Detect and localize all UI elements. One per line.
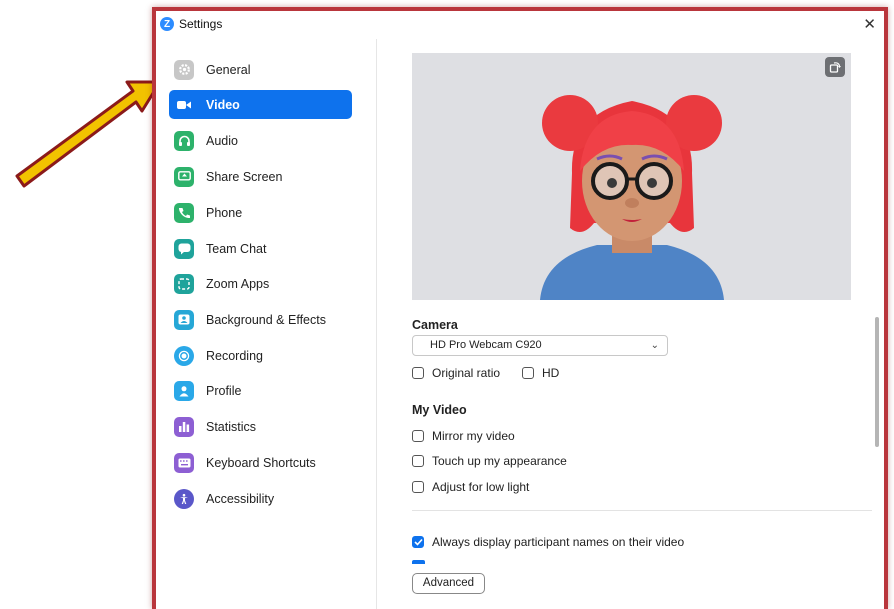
chevron-down-icon: ⌄ — [650, 340, 659, 351]
sidebar-item-zoom-apps[interactable]: Zoom Apps — [169, 269, 352, 298]
scrollbar[interactable] — [875, 317, 879, 447]
rotate-camera-button[interactable] — [825, 57, 845, 77]
video-settings-panel: Camera HD Pro Webcam C920 ⌄ Original rat… — [377, 39, 884, 609]
sidebar-item-accessibility[interactable]: Accessibility — [169, 484, 352, 513]
camera-select-value: HD Pro Webcam C920 — [430, 339, 542, 351]
sidebar-item-label: Background & Effects — [206, 312, 326, 327]
settings-sidebar: General Video Audio Share Screen Phone T… — [156, 39, 377, 609]
rotate-icon — [829, 62, 841, 73]
sidebar-item-label: Phone — [206, 205, 243, 220]
sidebar-item-general[interactable]: General — [169, 55, 352, 84]
sidebar-item-label: Team Chat — [206, 241, 267, 256]
sidebar-item-phone[interactable]: Phone — [169, 198, 352, 227]
video-preview — [412, 53, 851, 300]
avatar — [540, 95, 724, 300]
sidebar-item-background-effects[interactable]: Background & Effects — [169, 305, 352, 334]
checkbox-box — [412, 455, 424, 467]
touch-up-checkbox[interactable]: Touch up my appearance — [412, 454, 567, 468]
checkbox-label: Original ratio — [432, 366, 501, 380]
sidebar-item-label: Statistics — [206, 419, 257, 434]
checkbox-box — [412, 430, 424, 442]
checkbox-box — [412, 481, 424, 493]
advanced-button[interactable]: Advanced — [412, 573, 485, 594]
sidebar-item-label: Accessibility — [206, 491, 275, 506]
checkbox-box — [412, 367, 424, 379]
recording-icon — [174, 345, 194, 366]
sidebar-item-label: Recording — [206, 348, 263, 363]
checkbox-label: Touch up my appearance — [432, 454, 567, 468]
original-ratio-checkbox[interactable]: Original ratio — [412, 366, 500, 380]
sidebar-item-recording[interactable]: Recording — [169, 341, 352, 370]
low-light-checkbox[interactable]: Adjust for low light — [412, 480, 529, 494]
share-screen-icon — [174, 166, 194, 187]
checkbox-box — [522, 367, 534, 379]
apps-icon — [174, 273, 194, 294]
sidebar-item-label: Audio — [206, 133, 238, 148]
zoom-logo-icon: Z — [160, 17, 174, 31]
background-person-icon — [174, 309, 194, 330]
sidebar-item-label: Video — [206, 97, 240, 112]
accessibility-icon — [174, 488, 194, 509]
video-camera-icon — [174, 95, 194, 115]
settings-window: Z Settings ✕ General Video Audio Share S… — [152, 7, 888, 609]
partial-checkbox[interactable] — [412, 560, 425, 564]
chat-bubble-icon — [174, 238, 194, 259]
title-bar: Z Settings ✕ — [156, 11, 884, 37]
sidebar-item-label: Zoom Apps — [206, 276, 270, 291]
sidebar-item-label: Keyboard Shortcuts — [206, 455, 316, 470]
phone-icon — [174, 202, 194, 223]
sidebar-item-team-chat[interactable]: Team Chat — [169, 234, 352, 263]
checkbox-label: HD — [542, 366, 560, 380]
checkbox-label: Always display participant names on thei… — [432, 535, 685, 549]
window-title: Settings — [179, 17, 223, 31]
sidebar-item-profile[interactable]: Profile — [169, 376, 352, 405]
display-names-checkbox[interactable]: Always display participant names on thei… — [412, 535, 684, 549]
camera-title: Camera — [412, 318, 458, 332]
sidebar-item-statistics[interactable]: Statistics — [169, 412, 352, 441]
hd-checkbox[interactable]: HD — [522, 366, 559, 380]
sidebar-item-label: Share Screen — [206, 169, 283, 184]
sidebar-item-video[interactable]: Video — [169, 90, 352, 119]
my-video-title: My Video — [412, 403, 467, 417]
headphones-icon — [174, 130, 194, 151]
camera-select[interactable]: HD Pro Webcam C920 ⌄ — [412, 335, 668, 356]
keyboard-icon — [174, 452, 194, 473]
statistics-icon — [174, 416, 194, 437]
divider — [412, 510, 872, 511]
checkbox-label: Mirror my video — [432, 429, 515, 443]
check-icon — [412, 536, 424, 548]
sidebar-item-keyboard-shortcuts[interactable]: Keyboard Shortcuts — [169, 448, 352, 477]
mirror-video-checkbox[interactable]: Mirror my video — [412, 429, 515, 443]
sidebar-item-share-screen[interactable]: Share Screen — [169, 162, 352, 191]
close-icon[interactable]: ✕ — [863, 15, 876, 33]
sidebar-item-label: General — [206, 62, 251, 77]
sidebar-item-audio[interactable]: Audio — [169, 126, 352, 155]
annotation-arrow — [15, 80, 162, 188]
sidebar-item-label: Profile — [206, 383, 242, 398]
checkbox-label: Adjust for low light — [432, 480, 530, 494]
gear-icon — [174, 59, 194, 80]
profile-icon — [174, 380, 194, 401]
